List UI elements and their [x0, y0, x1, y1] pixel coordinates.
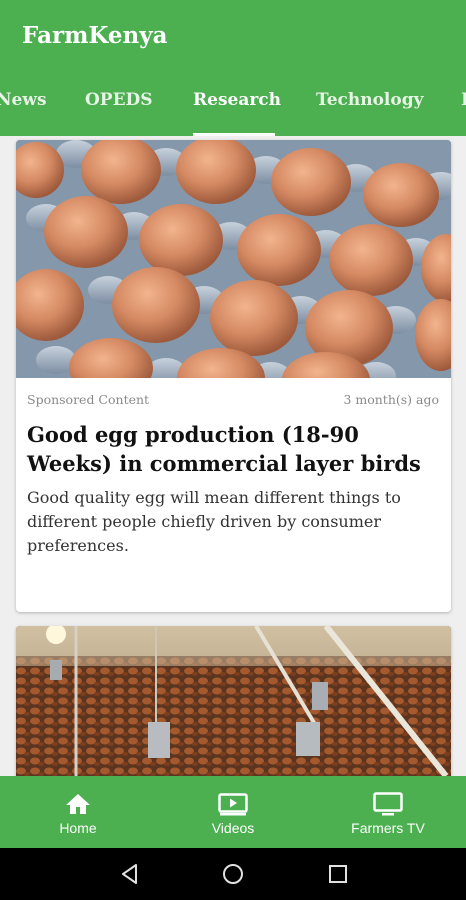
article-image-eggs	[16, 140, 451, 378]
nav-farmers-tv[interactable]: Farmers TV	[333, 776, 443, 848]
nav-farmers-tv-label: Farmers TV	[351, 820, 425, 836]
article-age: 3 month(s) ago	[343, 392, 439, 407]
nav-home[interactable]: Home	[28, 776, 128, 848]
app-bar: FarmKenya News OPEDS Research Technology…	[0, 0, 466, 136]
nav-videos[interactable]: Videos	[183, 776, 283, 848]
tab-strip[interactable]: News OPEDS Research Technology I	[0, 70, 466, 136]
app-screen: FarmKenya News OPEDS Research Technology…	[0, 0, 466, 900]
system-navigation-bar	[0, 848, 466, 900]
app-title: FarmKenya	[22, 22, 168, 49]
article-feed[interactable]: Sponsored Content 3 month(s) ago Good eg…	[0, 136, 466, 776]
article-image-hens	[16, 626, 451, 776]
article-category: Sponsored Content	[27, 392, 150, 407]
article-card[interactable]: Sponsored Content 3 month(s) ago Good eg…	[16, 140, 451, 612]
article-card[interactable]	[16, 626, 451, 776]
nav-videos-label: Videos	[211, 820, 255, 836]
tab-next-partial[interactable]: I	[461, 90, 466, 110]
recents-icon[interactable]	[326, 862, 350, 891]
nav-home-label: Home	[59, 820, 97, 836]
article-title[interactable]: Good egg production (18-90 Weeks) in com…	[27, 420, 442, 478]
tv-icon	[373, 792, 403, 821]
tab-opeds[interactable]: OPEDS	[85, 90, 153, 110]
bottom-navigation: Home Videos Farmers TV	[0, 776, 466, 848]
tab-news[interactable]: News	[0, 90, 47, 110]
tab-research[interactable]: Research	[193, 90, 281, 110]
home-circle-icon[interactable]	[221, 862, 245, 891]
article-summary: Good quality egg will mean different thi…	[27, 488, 401, 555]
video-icon	[218, 792, 248, 821]
tab-technology[interactable]: Technology	[316, 90, 424, 110]
back-icon[interactable]	[118, 862, 142, 891]
home-icon	[65, 792, 91, 821]
